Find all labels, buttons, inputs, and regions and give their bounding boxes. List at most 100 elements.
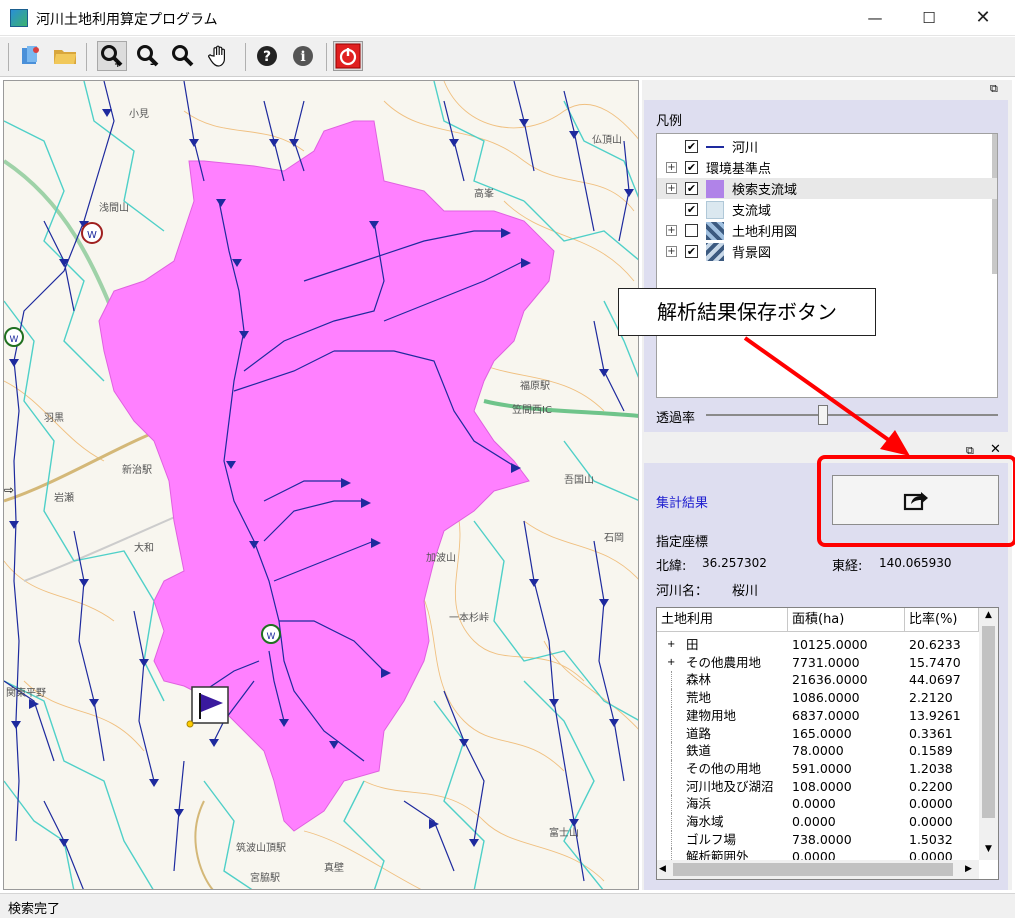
expand-icon[interactable]: + <box>667 636 675 654</box>
legend-item-subbasin[interactable]: ✔ 支流域 <box>657 199 997 220</box>
table-row[interactable]: 海水域 0.0000 0.0000 <box>657 813 979 831</box>
legend-checkbox[interactable]: ✔ <box>685 140 698 153</box>
legend-tree[interactable]: ✔ 河川 + ✔ 環境基準点 + ✔ 検索支流域 ✔ 支流域 + 土地利用図 +… <box>656 133 998 398</box>
map-view[interactable]: W W W 小見 浅間山 仏頂山 高峯 吾国山 加波山 一本杉峠 富士山 筑波山… <box>3 80 639 890</box>
scroll-right-icon[interactable]: ▶ <box>965 864 972 874</box>
map-label: 仏頂山 <box>592 134 622 146</box>
expand-icon[interactable]: + <box>666 162 677 173</box>
ratio-cell: 0.0000 <box>909 796 953 812</box>
pan-button[interactable] <box>204 41 234 71</box>
table-row[interactable]: 鉄道 78.0000 0.1589 <box>657 742 979 760</box>
transparency-slider-track[interactable] <box>706 414 998 416</box>
minimize-button[interactable]: — <box>852 0 898 36</box>
landuse-cell: 海浜 <box>686 796 712 812</box>
tree-line <box>671 724 672 743</box>
flag-marker-icon <box>186 686 229 728</box>
legend-item-monitoring[interactable]: + ✔ 環境基準点 <box>657 157 997 178</box>
ratio-cell: 0.3361 <box>909 725 953 741</box>
subbasin-fill-swatch <box>706 200 724 219</box>
table-row[interactable]: 河川地及び湖沼 108.0000 0.2200 <box>657 777 979 796</box>
landuse-cell: 解析範囲外 <box>686 849 749 860</box>
landuse-cell: ゴルフ場 <box>686 831 737 847</box>
column-header-ratio[interactable]: 比率(%) <box>905 608 979 632</box>
maximize-button[interactable]: ☐ <box>906 0 952 36</box>
legend-checkbox[interactable]: ✔ <box>685 182 698 195</box>
landuse-cell: 河川地及び湖沼 <box>686 778 774 794</box>
help-button[interactable]: ? <box>252 41 282 71</box>
monitoring-point-icon[interactable]: W <box>4 327 24 347</box>
map-label: 笠間西IC <box>512 403 552 416</box>
save-results-button[interactable] <box>832 475 999 525</box>
horizontal-scrollbar[interactable]: ◀ ▶ <box>657 860 979 879</box>
tree-line <box>671 813 672 831</box>
area-cell: 78.0000 <box>792 743 844 759</box>
info-icon: i <box>293 46 313 66</box>
table-row[interactable]: 荒地 1086.0000 2.2120 <box>657 689 979 707</box>
scroll-up-icon[interactable]: ▲ <box>979 610 998 620</box>
scroll-down-icon[interactable]: ▼ <box>979 844 998 854</box>
expand-icon[interactable]: + <box>667 654 675 672</box>
pan-left-arrow-icon[interactable]: ⇨ <box>4 483 14 497</box>
ratio-cell: 0.0000 <box>909 849 953 860</box>
close-button[interactable]: ✕ <box>960 0 1006 36</box>
column-header-landuse[interactable]: 土地利用 <box>657 608 788 632</box>
scrollbar-thumb[interactable] <box>982 626 995 818</box>
monitoring-point-icon[interactable]: W <box>261 624 281 644</box>
vertical-scrollbar[interactable]: ▲ ▼ <box>979 608 998 860</box>
legend-item-background[interactable]: + ✔ 背景図 <box>657 241 997 262</box>
area-cell: 0.0000 <box>792 796 836 812</box>
landuse-cell: その他農用地 <box>686 654 762 670</box>
ratio-cell: 0.0000 <box>909 814 953 829</box>
legend-checkbox[interactable]: ✔ <box>685 161 698 174</box>
zoom-in-button[interactable]: + <box>97 41 127 71</box>
table-row[interactable]: ゴルフ場 738.0000 1.5032 <box>657 830 979 849</box>
ratio-cell: 0.2200 <box>909 778 953 794</box>
map-canvas[interactable]: W W W 小見 浅間山 仏頂山 高峯 吾国山 加波山 一本杉峠 富士山 筑波山… <box>4 81 639 890</box>
table-row[interactable]: 建物用地 6837.0000 13.9261 <box>657 706 979 725</box>
ratio-cell: 2.2120 <box>909 690 953 706</box>
table-row[interactable]: 森林 21636.0000 44.0697 <box>657 671 979 690</box>
app-icon <box>10 9 28 27</box>
expand-icon[interactable]: + <box>666 183 677 194</box>
map-label: 福原駅 <box>520 379 550 392</box>
table-row[interactable]: 海浜 0.0000 0.0000 <box>657 795 979 813</box>
tree-line <box>671 830 672 849</box>
legend-item-search-basin[interactable]: + ✔ 検索支流域 <box>657 178 997 199</box>
layer-tool-button[interactable] <box>16 41 46 71</box>
legend-checkbox[interactable] <box>685 224 698 237</box>
legend-float-icon[interactable]: ⧉ <box>990 82 998 96</box>
status-text: 検索完了 <box>8 902 61 917</box>
basin-fill-swatch <box>706 179 724 198</box>
table-row[interactable]: + その他農用地 7731.0000 15.7470 <box>657 654 979 672</box>
zoom-full-button[interactable] <box>168 41 198 71</box>
hscrollbar-thumb[interactable] <box>673 863 953 876</box>
table-row[interactable]: 道路 165.0000 0.3361 <box>657 724 979 743</box>
results-table[interactable]: 土地利用 面積(ha) 比率(%) + 田 10125.0000 20.6233 + その… <box>656 607 999 880</box>
legend-item-landuse[interactable]: + 土地利用図 <box>657 220 997 241</box>
column-header-area[interactable]: 面積(ha) <box>788 608 905 632</box>
table-row[interactable]: その他の用地 591.0000 1.2038 <box>657 759 979 778</box>
expand-icon[interactable]: + <box>666 246 677 257</box>
area-cell: 7731.0000 <box>792 654 860 670</box>
legend-checkbox[interactable]: ✔ <box>685 245 698 258</box>
area-cell: 0.0000 <box>792 814 836 829</box>
scroll-left-icon[interactable]: ◀ <box>659 864 666 874</box>
results-close-icon[interactable]: ✕ <box>990 442 1001 457</box>
monitoring-point-icon[interactable]: W <box>81 222 103 244</box>
legend-title: 凡例 <box>656 114 683 129</box>
zoom-out-button[interactable]: - <box>133 41 163 71</box>
expand-icon[interactable]: + <box>666 225 677 236</box>
legend-checkbox[interactable]: ✔ <box>685 203 698 216</box>
power-icon <box>335 43 361 69</box>
info-button[interactable]: i <box>288 41 318 71</box>
legend-item-river[interactable]: ✔ 河川 <box>657 136 997 157</box>
open-folder-button[interactable] <box>50 41 80 71</box>
table-row[interactable]: 解析範囲外 0.0000 0.0000 <box>657 848 979 860</box>
area-cell: 738.0000 <box>792 831 852 847</box>
table-row[interactable]: + 田 10125.0000 20.6233 <box>657 636 979 654</box>
export-icon <box>903 492 928 511</box>
svg-text:W: W <box>10 335 19 345</box>
results-float-icon[interactable]: ⧉ <box>966 444 974 458</box>
exit-button[interactable] <box>333 41 363 71</box>
transparency-slider-thumb[interactable] <box>817 405 828 425</box>
